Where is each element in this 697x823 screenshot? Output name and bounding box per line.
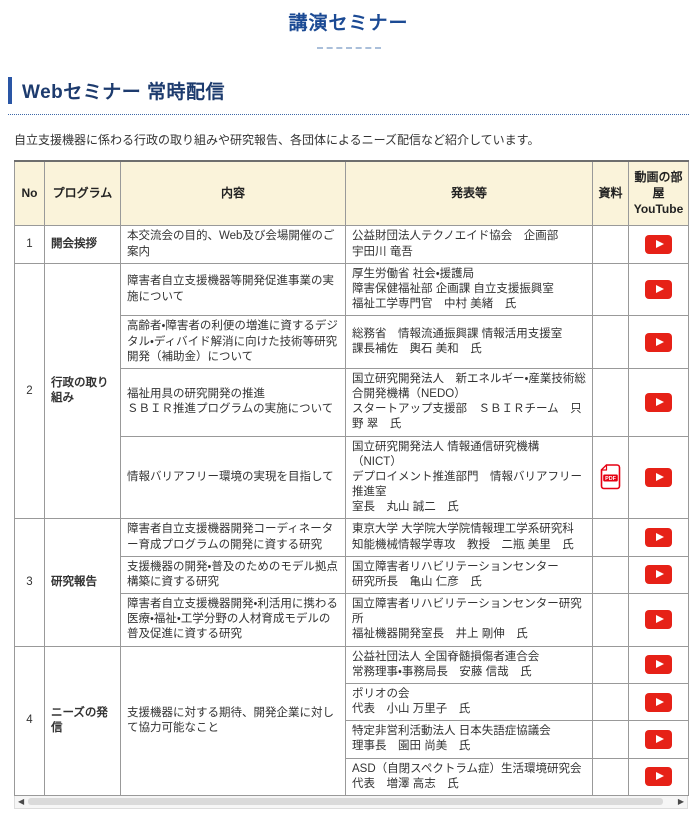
scrollbar-track[interactable] (27, 797, 675, 806)
video-cell (628, 315, 689, 369)
youtube-icon[interactable] (645, 565, 672, 585)
presenter-cell: 公益財団法人テクノエイド協会 企画部 宇田川 竜吾 (345, 225, 593, 264)
title-dash-divider (316, 47, 381, 49)
youtube-icon[interactable] (645, 610, 672, 630)
no-cell: 2 (14, 262, 45, 520)
youtube-icon[interactable] (645, 392, 672, 412)
scroll-right-arrow[interactable]: ▶ (675, 796, 687, 807)
presenter-cell: 特定非営利活動法人 日本失語症協議会 理事長 園田 尚美 氏 (345, 720, 593, 759)
program-cell: 開会挨拶 (44, 225, 121, 264)
table-row: 1 開会挨拶 本交流会の目的、Web及び会場開催のご案内 公益財団法人テクノエイ… (14, 225, 689, 264)
content-cell: 障害者自立支援機器開発・利活用に携わる医療・福祉・工学分野の人材育成モデルの普及… (120, 593, 346, 647)
youtube-icon[interactable] (645, 280, 672, 300)
presenter-cell: 総務省 情報流通振興課 情報活用支援室 課長補佐 輿石 美和 氏 (345, 315, 593, 369)
material-cell (592, 720, 629, 759)
material-cell (592, 645, 629, 684)
no-cell: 3 (14, 518, 45, 647)
pdf-icon[interactable]: PDF (600, 464, 621, 490)
youtube-icon[interactable] (645, 332, 672, 352)
video-cell (628, 555, 689, 595)
table-row: 3 研究報告 障害者自立支援機器開発コーディネーター育成プログラムの開発に資する… (14, 518, 689, 647)
video-cell (628, 593, 689, 647)
program-cell: ニーズの発信 (44, 645, 121, 796)
no-cell: 1 (14, 225, 45, 264)
presenter-cell: ポリオの会 代表 小山 万里子 氏 (345, 682, 593, 722)
video-cell (628, 518, 689, 557)
material-cell (592, 682, 629, 722)
section-description: 自立支援機器に係わる行政の取り組みや研究報告、各団体によるニーズ配信など紹介して… (14, 133, 540, 147)
content-cell: 本交流会の目的、Web及び会場開催のご案内 (120, 225, 346, 264)
material-cell (592, 225, 629, 264)
youtube-icon[interactable] (645, 528, 672, 548)
video-cell (628, 225, 689, 264)
dotted-divider (8, 114, 689, 115)
material-cell (592, 593, 629, 647)
material-cell (592, 315, 629, 369)
youtube-icon[interactable] (645, 692, 672, 712)
video-cell (628, 682, 689, 722)
material-cell (592, 555, 629, 595)
page-title: 講演セミナー (288, 13, 409, 34)
column-header-content: 内容 (120, 160, 346, 227)
scroll-left-arrow[interactable]: ◀ (15, 796, 27, 807)
seminar-table: No プログラム 内容 発表等 資料 動画の部屋 YouTube 1 開会挨拶 … (14, 160, 689, 796)
content-cell: 障害者自立支援機器開発コーディネーター育成プログラムの開発に資する研究 (120, 518, 346, 557)
presenter-cell: 東京大学 大学院大学院情報理工学系研究科 知能機械情報学専攻 教授 二瓶 美里 … (345, 518, 593, 557)
column-header-video: 動画の部屋 YouTube (628, 160, 689, 227)
material-cell (592, 518, 629, 557)
material-cell (592, 262, 629, 317)
table-header-row: No プログラム 内容 発表等 資料 動画の部屋 YouTube (14, 160, 689, 227)
presenter-cell: 国立障害者リハビリテーションセンター 研究所長 亀山 仁彦 氏 (345, 555, 593, 595)
presenter-cell: ASD（自閉スペクトラム症）生活環境研究会 代表 増澤 高志 氏 (345, 757, 593, 796)
video-cell (628, 720, 689, 759)
svg-text:PDF: PDF (605, 476, 616, 482)
column-header-program: プログラム (44, 160, 121, 227)
section-title: Webセミナー 常時配信 (8, 77, 689, 104)
content-cell: 障害者自立支援機器等開発促進事業の実施について (120, 262, 346, 317)
no-cell: 4 (14, 645, 45, 796)
presenter-cell: 国立障害者リハビリテーションセンター研究所 福祉機器開発室長 井上 剛伸 氏 (345, 593, 593, 647)
content-cell: 支援機器の開発・普及のためのモデル拠点構築に資する研究 (120, 555, 346, 595)
page-container: 講演セミナー Webセミナー 常時配信 自立支援機器に係わる行政の取り組みや研究… (0, 0, 697, 823)
table-row: 2 行政の取り組み 障害者自立支援機器等開発促進事業の実施について 厚生労働省 … (14, 262, 689, 520)
youtube-icon[interactable] (645, 467, 672, 487)
material-cell (592, 757, 629, 796)
video-cell (628, 645, 689, 684)
youtube-icon[interactable] (645, 767, 672, 787)
youtube-icon[interactable] (645, 235, 672, 255)
column-header-no: No (14, 160, 45, 227)
content-cell: 高齢者・障害者の利便の増進に資するデジタル・ディバイド解消に向けた技術等研究開発… (120, 315, 346, 369)
presenter-cell: 厚生労働省 社会・援護局 障害保健福祉部 企画課 自立支援振興室 福祉工学専門官… (345, 262, 593, 317)
content-cell: 支援機器に対する期待、開発企業に対して協力可能なこと (120, 645, 346, 796)
scrollbar-thumb[interactable] (28, 798, 663, 806)
table-row: 4 ニーズの発信 支援機器に対する期待、開発企業に対して協力可能なこと 公益社団… (14, 645, 689, 796)
column-header-material: 資料 (592, 160, 629, 227)
horizontal-scrollbar[interactable]: ◀ ▶ (14, 795, 688, 809)
video-cell (628, 435, 689, 520)
video-cell (628, 262, 689, 317)
youtube-icon[interactable] (645, 655, 672, 675)
presenter-cell: 国立研究開発法人 情報通信研究機構（NICT） デプロイメント推進部門 情報バリ… (345, 435, 593, 520)
content-cell: 情報バリアフリー環境の実現を目指して (120, 435, 346, 520)
video-cell (628, 757, 689, 796)
program-cell: 行政の取り組み (44, 262, 121, 520)
material-cell (592, 367, 629, 437)
program-cell: 研究報告 (44, 518, 121, 647)
content-cell: 福祉用具の研究開発の推進 ＳＢＩＲ推進プログラムの実施について (120, 367, 346, 437)
presenter-cell: 国立研究開発法人 新エネルギー・産業技術総合開発機構（NEDO） スタートアップ… (345, 367, 593, 437)
presenter-cell: 公益社団法人 全国脊髄損傷者連合会 常務理事・事務局長 安藤 信哉 氏 (345, 645, 593, 684)
column-header-presenter: 発表等 (345, 160, 593, 227)
material-cell: PDF (592, 435, 629, 520)
video-cell (628, 367, 689, 437)
youtube-icon[interactable] (645, 729, 672, 749)
